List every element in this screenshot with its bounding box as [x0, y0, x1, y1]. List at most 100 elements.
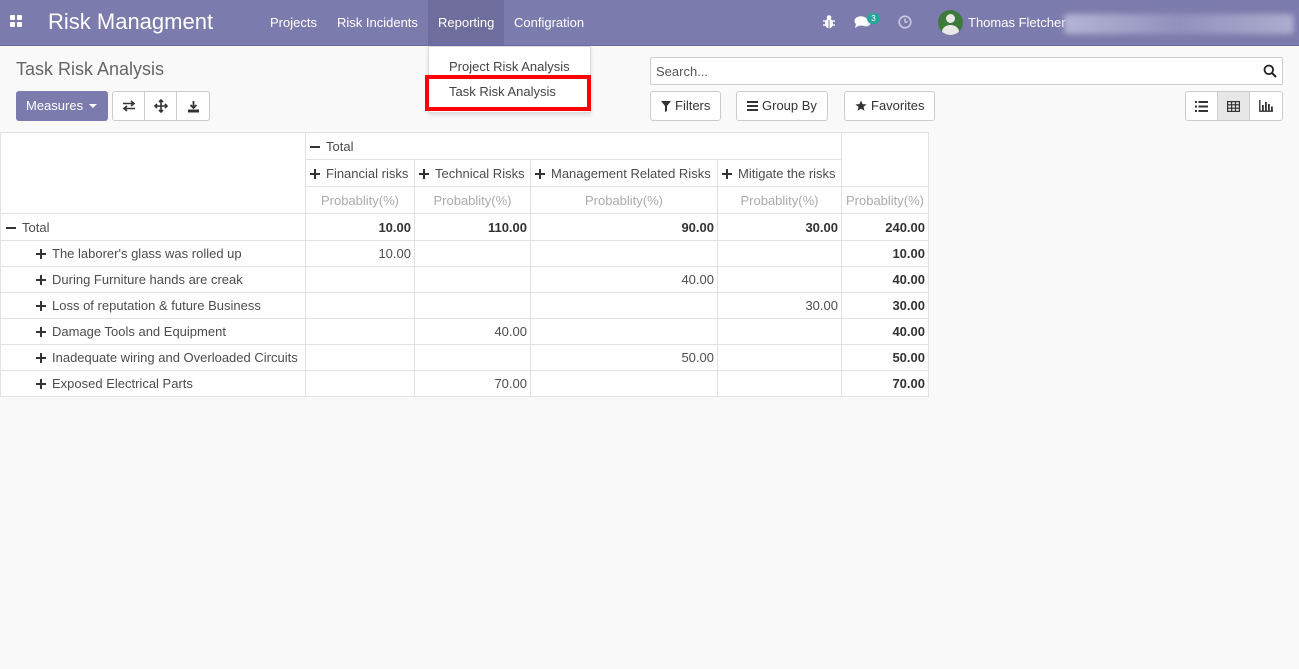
- pivot-actions: [112, 91, 210, 121]
- measures-button[interactable]: Measures: [16, 91, 108, 121]
- table-row: The laborer's glass was rolled up 10.00 …: [0, 240, 929, 267]
- row-header[interactable]: During Furniture hands are creak: [0, 266, 306, 293]
- filters-label: Filters: [675, 98, 711, 113]
- pivot-cell[interactable]: 30.00: [717, 213, 842, 241]
- pivot-cell[interactable]: 40.00: [530, 266, 718, 293]
- user-avatar[interactable]: [938, 10, 963, 35]
- pivot-cell[interactable]: [530, 318, 718, 345]
- total-column-spacer: [841, 132, 929, 187]
- menu-reporting[interactable]: Reporting: [428, 0, 505, 45]
- pivot-total-cell[interactable]: 50.00: [841, 344, 929, 371]
- collapse-icon: [310, 142, 320, 152]
- top-navbar: Risk Managment Projects Risk Incidents R…: [0, 0, 1299, 46]
- measures-label: Measures: [26, 98, 84, 113]
- row-header[interactable]: The laborer's glass was rolled up: [0, 240, 306, 267]
- pivot-cell[interactable]: 30.00: [717, 292, 842, 319]
- pivot-cell[interactable]: [530, 240, 718, 267]
- pivot-total-cell[interactable]: 40.00: [841, 266, 929, 293]
- expand-icon: [36, 379, 46, 389]
- pivot-cell[interactable]: [717, 266, 842, 293]
- pivot-cell[interactable]: [717, 344, 842, 371]
- pivot-cell[interactable]: 40.00: [414, 318, 531, 345]
- col-header-technical-risks[interactable]: Technical Risks: [414, 159, 531, 187]
- measure-header[interactable]: Probablity(%): [841, 186, 929, 214]
- row-header[interactable]: Damage Tools and Equipment: [0, 318, 306, 345]
- blurred-company-name: [1064, 14, 1294, 34]
- row-header[interactable]: Loss of reputation & future Business: [0, 292, 306, 319]
- table-row: Damage Tools and Equipment 40.00 40.00: [0, 318, 929, 345]
- menu-item-project-risk-analysis[interactable]: Project Risk Analysis: [449, 59, 570, 74]
- pivot-cell[interactable]: [717, 318, 842, 345]
- bug-icon[interactable]: [822, 14, 836, 30]
- expand-all-button[interactable]: [145, 92, 177, 120]
- apps-menu-icon[interactable]: [8, 13, 24, 29]
- filters-button[interactable]: Filters: [650, 91, 722, 121]
- measure-header[interactable]: Probablity(%): [717, 186, 842, 214]
- activity-clock-icon[interactable]: [898, 15, 912, 29]
- measure-header[interactable]: Probablity(%): [530, 186, 718, 214]
- expand-icon: [535, 168, 545, 179]
- expand-icon: [36, 275, 46, 285]
- flip-axis-button[interactable]: [113, 92, 145, 120]
- pivot-cell[interactable]: [414, 344, 531, 371]
- group-by-label: Group By: [762, 98, 817, 113]
- list-view-button[interactable]: [1186, 92, 1218, 120]
- view-switcher: [1185, 91, 1283, 121]
- measure-header[interactable]: Probablity(%): [305, 186, 415, 214]
- pivot-cell[interactable]: [414, 266, 531, 293]
- pivot-cell[interactable]: 10.00: [305, 213, 415, 241]
- col-header-management-related-risks[interactable]: Management Related Risks: [530, 159, 718, 187]
- pivot-cell[interactable]: 110.00: [414, 213, 531, 241]
- row-header-total[interactable]: Total: [0, 213, 306, 241]
- pivot-total-cell[interactable]: 70.00: [841, 370, 929, 397]
- pivot-cell[interactable]: 10.00: [305, 240, 415, 267]
- favorites-button[interactable]: Favorites: [844, 91, 936, 121]
- group-by-button[interactable]: Group By: [736, 91, 828, 121]
- pivot-cell[interactable]: [414, 292, 531, 319]
- expand-icon: [310, 168, 320, 179]
- pivot-cell[interactable]: [305, 266, 415, 293]
- table-row: During Furniture hands are creak 40.00 4…: [0, 266, 929, 293]
- pivot-cell[interactable]: [717, 240, 842, 267]
- pivot-total-cell[interactable]: 10.00: [841, 240, 929, 267]
- caret-down-icon: [89, 104, 97, 108]
- measure-header[interactable]: Probablity(%): [414, 186, 531, 214]
- search-icon[interactable]: [1263, 64, 1277, 78]
- menu-configration[interactable]: Configration: [504, 0, 594, 45]
- table-row: Exposed Electrical Parts 70.00 70.00: [0, 370, 929, 397]
- pivot-cell[interactable]: [305, 318, 415, 345]
- col-header-total[interactable]: Total: [305, 132, 842, 160]
- col-header-financial-risks[interactable]: Financial risks: [305, 159, 415, 187]
- highlight-annotation-box: [425, 75, 591, 111]
- expand-icon: [36, 249, 46, 259]
- pivot-cell[interactable]: [305, 344, 415, 371]
- search-input[interactable]: [651, 58, 1251, 84]
- page-title: Task Risk Analysis: [16, 59, 165, 79]
- user-name[interactable]: Thomas Fletcher: [968, 15, 1066, 30]
- pivot-cell[interactable]: [717, 370, 842, 397]
- pivot-view-button[interactable]: [1218, 92, 1250, 120]
- download-button[interactable]: [177, 92, 209, 120]
- expand-all-icon: [153, 99, 168, 113]
- pivot-cell[interactable]: [414, 240, 531, 267]
- row-header[interactable]: Inadequate wiring and Overloaded Circuit…: [0, 344, 306, 371]
- pivot-cell[interactable]: [530, 292, 718, 319]
- pivot-cell[interactable]: 50.00: [530, 344, 718, 371]
- pivot-total-cell[interactable]: 30.00: [841, 292, 929, 319]
- expand-icon: [722, 168, 732, 179]
- col-header-mitigate-the-risks[interactable]: Mitigate the risks: [717, 159, 842, 187]
- pivot-cell[interactable]: 90.00: [530, 213, 718, 241]
- pivot-total-cell[interactable]: 40.00: [841, 318, 929, 345]
- pivot-cell[interactable]: [530, 370, 718, 397]
- graph-view-button[interactable]: [1250, 92, 1282, 120]
- messages-badge: 3: [867, 13, 880, 24]
- menu-projects[interactable]: Projects: [260, 0, 327, 45]
- row-header[interactable]: Exposed Electrical Parts: [0, 370, 306, 397]
- table-row: Inadequate wiring and Overloaded Circuit…: [0, 344, 929, 371]
- star-icon: [855, 100, 867, 111]
- menu-risk-incidents[interactable]: Risk Incidents: [327, 0, 428, 45]
- pivot-cell[interactable]: 70.00: [414, 370, 531, 397]
- pivot-total-cell[interactable]: 240.00: [841, 213, 929, 241]
- pivot-cell[interactable]: [305, 292, 415, 319]
- pivot-cell[interactable]: [305, 370, 415, 397]
